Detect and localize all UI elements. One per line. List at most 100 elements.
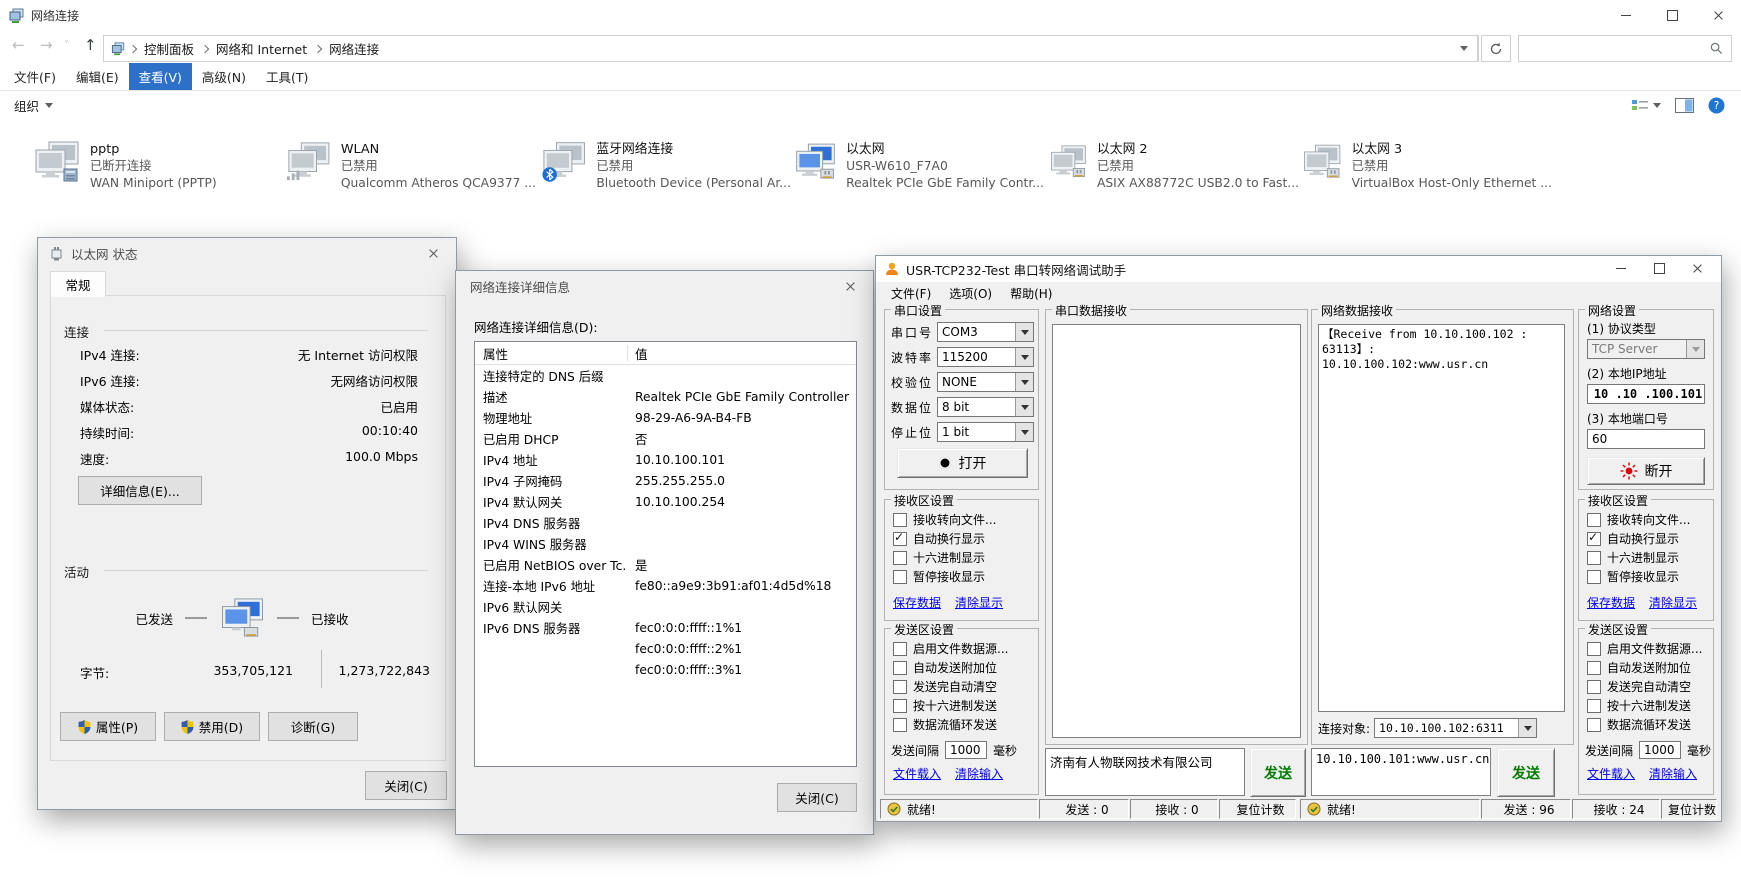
history-chevron-icon[interactable]: ˅: [64, 40, 69, 51]
adapter-wlan[interactable]: WLAN 已禁用 Qualcomm Atheros QCA9377 ...: [286, 141, 536, 192]
checkbox[interactable]: [893, 699, 907, 713]
menu-file[interactable]: 文件(F): [882, 285, 940, 302]
checkbox[interactable]: [893, 661, 907, 675]
checkbox-row[interactable]: 暂停接收显示: [1587, 567, 1713, 586]
save-data-link[interactable]: 保存数据: [893, 594, 941, 611]
close-button[interactable]: [1685, 259, 1709, 277]
maximize-button[interactable]: [1647, 259, 1671, 277]
adapter-pptp[interactable]: pptp 已断开连接 WAN Miniport (PPTP): [33, 141, 283, 192]
disconnect-button[interactable]: 断开: [1587, 457, 1705, 485]
table-row[interactable]: 物理地址98-29-A6-9A-B4-FB: [475, 407, 856, 428]
table-row[interactable]: IPv4 WINS 服务器: [475, 533, 856, 554]
parity-select[interactable]: NONE: [937, 372, 1034, 392]
up-icon[interactable]: ↑: [84, 36, 97, 54]
checkbox[interactable]: [893, 513, 907, 527]
load-file-link[interactable]: 文件载入: [1587, 765, 1635, 782]
table-row[interactable]: 连接-本地 IPv6 地址fe80::a9e9:3b91:af01:4d5d%1…: [475, 575, 856, 596]
checkbox-row[interactable]: 接收转向文件...: [893, 510, 1038, 529]
dropdown-button[interactable]: [1015, 348, 1033, 366]
table-row[interactable]: fec0:0:0:ffff::2%1: [475, 638, 856, 659]
dropdown-button[interactable]: [1015, 373, 1033, 391]
network-send-input[interactable]: 10.10.100.101:www.usr.cn: [1311, 748, 1491, 796]
table-row[interactable]: IPv4 DNS 服务器: [475, 512, 856, 533]
checkbox-row[interactable]: 自动换行显示: [1587, 529, 1713, 548]
serial-send-button[interactable]: 发送: [1250, 748, 1306, 797]
checkbox[interactable]: [893, 570, 907, 584]
window-titlebar[interactable]: USR-TCP232-Test 串口转网络调试助手: [876, 256, 1721, 283]
properties-button[interactable]: 属性(P): [60, 712, 156, 741]
dropdown-button[interactable]: [1015, 398, 1033, 416]
connect-target-select[interactable]: 10.10.100.102:6311: [1374, 718, 1537, 738]
tab-general[interactable]: 常规: [50, 271, 106, 297]
view-mode-button[interactable]: [1631, 98, 1661, 113]
dropdown-button[interactable]: [1015, 323, 1033, 341]
table-row[interactable]: 连接特定的 DNS 后缀: [475, 365, 856, 386]
table-row[interactable]: IPv6 默认网关: [475, 596, 856, 617]
adapter-ethernet[interactable]: 以太网 USR-W610_F7A0 Realtek PCIe GbE Famil…: [794, 141, 1044, 192]
checkbox-row[interactable]: 自动换行显示: [893, 529, 1038, 548]
dropdown-button[interactable]: [1015, 423, 1033, 441]
table-row[interactable]: IPv4 子网掩码255.255.255.0: [475, 470, 856, 491]
table-row[interactable]: IPv4 地址10.10.100.101: [475, 449, 856, 470]
local-port-input[interactable]: 60: [1587, 429, 1705, 449]
refresh-button[interactable]: [1481, 35, 1511, 62]
checkbox[interactable]: [1587, 699, 1601, 713]
breadcrumb-network-internet[interactable]: 网络和 Internet: [216, 39, 307, 58]
checkbox-row[interactable]: 发送完自动清空: [1587, 677, 1713, 696]
open-port-button[interactable]: 打开: [897, 448, 1028, 478]
adapter-bluetooth[interactable]: 蓝牙网络连接 已禁用 Bluetooth Device (Personal Ar…: [541, 141, 791, 192]
checkbox-row[interactable]: 暂停接收显示: [893, 567, 1038, 586]
close-button[interactable]: [828, 271, 873, 302]
checkbox-row[interactable]: 数据流循环发送: [1587, 715, 1713, 734]
checkbox[interactable]: [893, 680, 907, 694]
serial-receive-display[interactable]: [1052, 324, 1301, 738]
breadcrumb-network-connections[interactable]: 网络连接: [329, 39, 379, 58]
close-dialog-button[interactable]: 关闭(C): [777, 783, 857, 812]
checkbox-row[interactable]: 发送完自动清空: [893, 677, 1038, 696]
checkbox[interactable]: [893, 718, 907, 732]
checkbox-row[interactable]: 启用文件数据源...: [1587, 639, 1713, 658]
table-row[interactable]: IPv6 DNS 服务器fec0:0:0:ffff::1%1: [475, 617, 856, 638]
close-button[interactable]: [411, 238, 456, 269]
checkbox[interactable]: [893, 532, 907, 546]
checkbox-row[interactable]: 接收转向文件...: [1587, 510, 1713, 529]
menu-options[interactable]: 选项(O): [940, 285, 1001, 302]
table-row[interactable]: 已启用 DHCP否: [475, 428, 856, 449]
dropdown-button[interactable]: [1518, 719, 1536, 737]
table-row[interactable]: fec0:0:0:ffff::3%1: [475, 659, 856, 680]
checkbox-row[interactable]: 按十六进制发送: [893, 696, 1038, 715]
dialog-titlebar[interactable]: 网络连接详细信息: [456, 271, 873, 302]
details-button[interactable]: 详细信息(E)...: [78, 476, 202, 505]
serial-port-select[interactable]: COM3: [937, 322, 1034, 342]
menu-tools[interactable]: 工具(T): [256, 63, 318, 90]
protocol-select[interactable]: TCP Server: [1587, 339, 1705, 359]
help-icon[interactable]: ?: [1708, 97, 1725, 114]
interval-input[interactable]: 1000: [1639, 741, 1681, 759]
menu-help[interactable]: 帮助(H): [1001, 285, 1061, 302]
menu-advanced[interactable]: 高级(N): [192, 63, 256, 90]
disable-button[interactable]: 禁用(D): [164, 712, 260, 741]
minimize-button[interactable]: [1603, 0, 1649, 31]
reset-count-button[interactable]: 复位计数: [1661, 799, 1717, 819]
close-button[interactable]: [1695, 0, 1741, 31]
explorer-titlebar[interactable]: 网络连接: [0, 0, 1741, 31]
diagnose-button[interactable]: 诊断(G): [268, 712, 358, 741]
clear-display-link[interactable]: 清除显示: [955, 594, 1003, 611]
checkbox-row[interactable]: 十六进制显示: [1587, 548, 1713, 567]
checkbox[interactable]: [1587, 513, 1601, 527]
checkbox-row[interactable]: 自动发送附加位: [893, 658, 1038, 677]
clear-display-link[interactable]: 清除显示: [1649, 594, 1697, 611]
table-row[interactable]: IPv4 默认网关10.10.100.254: [475, 491, 856, 512]
checkbox[interactable]: [1587, 680, 1601, 694]
checkbox[interactable]: [1587, 532, 1601, 546]
checkbox-row[interactable]: 数据流循环发送: [893, 715, 1038, 734]
organize-button[interactable]: 组织: [14, 96, 53, 115]
search-input[interactable]: [1518, 35, 1732, 62]
menu-file[interactable]: 文件(F): [4, 63, 66, 90]
close-dialog-button[interactable]: 关闭(C): [365, 771, 447, 800]
interval-input[interactable]: 1000: [945, 741, 987, 759]
clear-input-link[interactable]: 清除输入: [1649, 765, 1697, 782]
checkbox[interactable]: [1587, 551, 1601, 565]
clear-input-link[interactable]: 清除输入: [955, 765, 1003, 782]
adapter-ethernet-3[interactable]: 以太网 3 已禁用 VirtualBox Host-Only Ethernet …: [1302, 141, 1552, 192]
